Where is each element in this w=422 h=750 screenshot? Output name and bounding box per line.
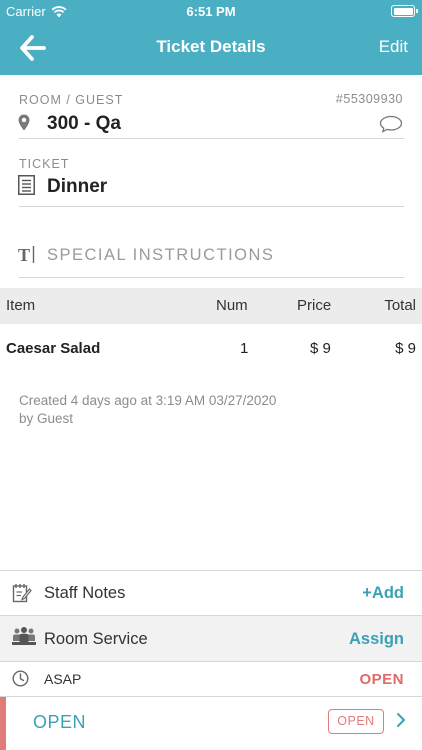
table-row[interactable]: Caesar Salad 1 $ 9 $ 9 [0,324,422,374]
notepad-edit-icon [12,584,32,603]
app-header: Carrier 6:51 PM Ticket Details Edit [0,0,422,75]
page-title: Ticket Details [156,37,266,56]
ticket-value[interactable]: Dinner [47,176,107,198]
chat-bubble-icon[interactable] [379,115,403,133]
location-pin-icon [18,114,30,131]
edit-button[interactable]: Edit [379,37,408,57]
document-icon [18,175,35,195]
chevron-right-icon[interactable] [396,712,406,728]
created-timestamp: Created 4 days ago at 3:19 AM 03/27/2020 [19,393,277,408]
schedule-label: ASAP [44,671,82,687]
column-header-item: Item [6,297,36,314]
status-badge[interactable]: OPEN [328,709,384,734]
created-info: Created 4 days ago at 3:19 AM 03/27/2020… [19,392,276,428]
clock-icon [12,670,29,687]
row-price: $ 9 [310,340,331,357]
schedule-status: OPEN [359,671,404,688]
battery-icon [391,5,418,17]
created-by: by Guest [19,411,74,426]
column-header-price: Price [297,297,332,314]
room-guest-value[interactable]: 300 - Qa [47,113,121,135]
status-time: 6:51 PM [186,4,236,19]
column-header-total: Total [384,297,416,314]
divider [19,277,404,278]
staff-group-icon [12,627,36,645]
ticket-status-footer[interactable]: OPEN OPEN [0,696,422,750]
ticket-number: #55309930 [335,92,403,106]
column-header-num: Num [216,297,248,314]
status-indicator-stripe [0,697,6,750]
add-note-button[interactable]: +Add [362,584,404,603]
items-table-header: Item Num Price Total [0,288,422,324]
room-service-section: Room Service Assign [0,615,422,661]
row-num: 1 [240,340,249,357]
special-instructions-input[interactable]: SPECIAL INSTRUCTIONS [47,246,274,265]
room-service-label: Room Service [44,630,148,648]
assign-button[interactable]: Assign [349,630,404,649]
row-total: $ 9 [395,340,416,357]
row-item: Caesar Salad [6,340,101,357]
staff-notes-section: Staff Notes +Add [0,570,422,615]
room-guest-label: ROOM / GUEST [19,93,124,107]
svg-text:T: T [18,245,30,264]
nav-bar: Ticket Details Edit [0,22,422,75]
status-bar: Carrier 6:51 PM [0,0,422,22]
schedule-section: ASAP OPEN [0,661,422,696]
divider [19,206,404,207]
footer-status-text: OPEN [33,712,87,732]
staff-notes-label: Staff Notes [44,584,126,602]
ticket-label: TICKET [19,157,70,171]
divider [19,138,404,139]
text-format-icon: T [18,245,35,264]
